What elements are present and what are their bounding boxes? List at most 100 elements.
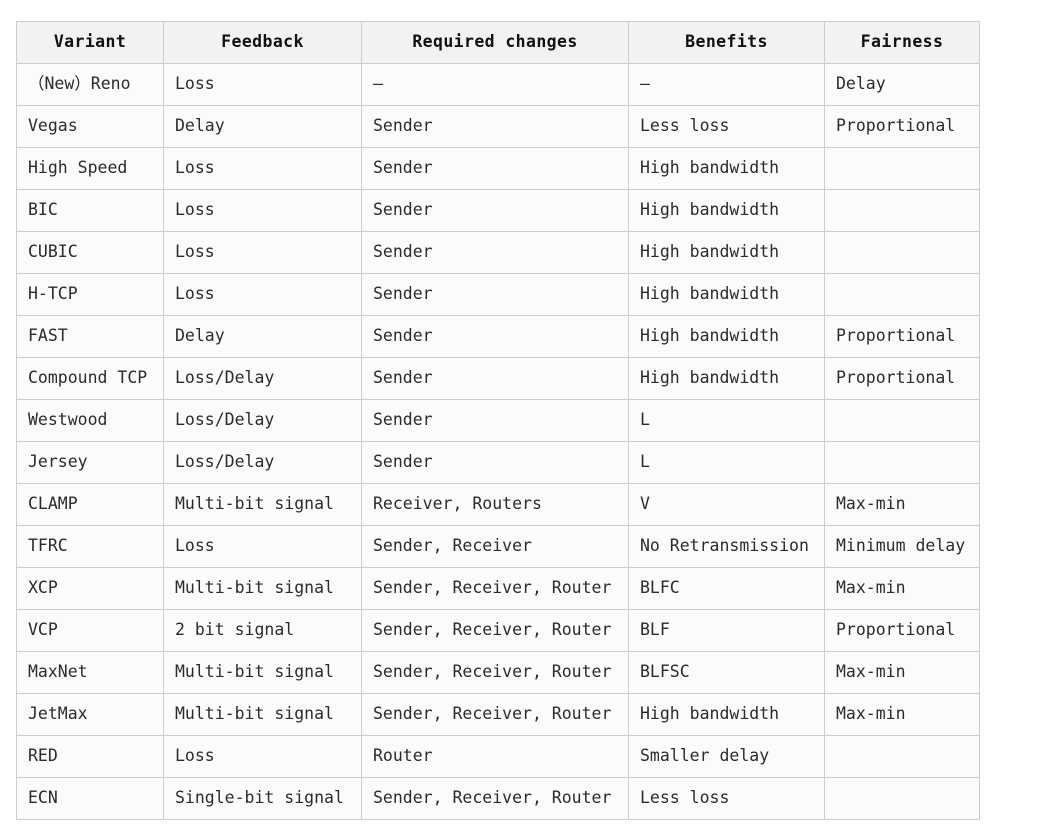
cell-feedback: Multi-bit signal [163,483,362,526]
cell-fairness: Max-min [824,693,980,736]
cell-fairness: Max-min [824,483,980,526]
cell-fairness [824,735,980,778]
cell-benefits: BLF [628,609,825,652]
cell-changes: Sender, Receiver, Router [361,609,629,652]
cell-changes: Sender [361,399,629,442]
table-row: VCP 2 bit signal Sender, Receiver, Router B… [16,609,980,652]
table-row: JetMax Multi-bit signal Sender, Receiver, … [16,693,980,736]
table-row: Westwood Loss/Delay Sender L [16,399,980,442]
cell-variant: JetMax [16,693,164,736]
column-header-benefits: Benefits [628,21,825,64]
cell-fairness [824,189,980,232]
cell-changes: Sender, Receiver [361,525,629,568]
column-header-fairness: Fairness [824,21,980,64]
cell-fairness: Delay [824,63,980,106]
cell-changes: Sender, Receiver, Router [361,693,629,736]
table-row: High Speed Loss Sender High bandwidth [16,147,980,190]
cell-changes: Sender [361,273,629,316]
table-row: BIC Loss Sender High bandwidth [16,189,980,232]
cell-benefits: Smaller delay [628,735,825,778]
cell-benefits: Less loss [628,777,825,820]
cell-variant: High Speed [16,147,164,190]
cell-benefits: L [628,441,825,484]
cell-changes: Sender [361,147,629,190]
cell-feedback: Delay [163,105,362,148]
cell-benefits: High bandwidth [628,315,825,358]
tcp-variants-table: Variant Feedback Required changes Benefits F… [16,21,980,820]
cell-changes: Router [361,735,629,778]
table-body: （New）Reno Loss – – Delay Vegas Delay Sender Less… [16,63,980,820]
column-header-variant: Variant [16,21,164,64]
cell-variant: XCP [16,567,164,610]
cell-variant: RED [16,735,164,778]
cell-benefits: High bandwidth [628,189,825,232]
cell-variant: TFRC [16,525,164,568]
cell-variant: Vegas [16,105,164,148]
cell-feedback: Loss [163,735,362,778]
cell-variant: Jersey [16,441,164,484]
table-row: Compound TCP Loss/Delay Sender High bandwid… [16,357,980,400]
cell-feedback: Loss/Delay [163,441,362,484]
cell-benefits: High bandwidth [628,357,825,400]
cell-benefits: – [628,63,825,106]
table-row: ECN Single-bit signal Sender, Receiver, Ro… [16,777,980,820]
cell-benefits: BLFSC [628,651,825,694]
cell-variant: Compound TCP [16,357,164,400]
cell-changes: Receiver, Routers [361,483,629,526]
column-header-feedback: Feedback [163,21,362,64]
cell-benefits: High bandwidth [628,147,825,190]
table-row: MaxNet Multi-bit signal Sender, Receiver, … [16,651,980,694]
table-row: Jersey Loss/Delay Sender L [16,441,980,484]
cell-fairness: Minimum delay [824,525,980,568]
cell-fairness: Proportional [824,357,980,400]
cell-variant: MaxNet [16,651,164,694]
cell-fairness [824,147,980,190]
cell-feedback: Delay [163,315,362,358]
cell-feedback: Loss/Delay [163,357,362,400]
cell-variant: （New）Reno [16,63,164,106]
cell-changes: Sender [361,105,629,148]
cell-fairness: Proportional [824,315,980,358]
cell-fairness: Proportional [824,609,980,652]
cell-variant: CUBIC [16,231,164,274]
cell-changes: Sender [361,231,629,274]
cell-feedback: Multi-bit signal [163,693,362,736]
cell-variant: CLAMP [16,483,164,526]
column-header-changes: Required changes [361,21,629,64]
cell-changes: Sender [361,315,629,358]
cell-benefits: High bandwidth [628,273,825,316]
cell-fairness [824,273,980,316]
cell-benefits: High bandwidth [628,693,825,736]
cell-feedback: Loss [163,63,362,106]
cell-benefits: BLFC [628,567,825,610]
cell-fairness: Proportional [824,105,980,148]
cell-benefits: Less loss [628,105,825,148]
cell-benefits: L [628,399,825,442]
cell-feedback: 2 bit signal [163,609,362,652]
cell-benefits: High bandwidth [628,231,825,274]
cell-changes: – [361,63,629,106]
cell-fairness [824,399,980,442]
cell-feedback: Multi-bit signal [163,651,362,694]
cell-feedback: Single-bit signal [163,777,362,820]
cell-changes: Sender [361,441,629,484]
cell-variant: Westwood [16,399,164,442]
cell-feedback: Multi-bit signal [163,567,362,610]
table-row: TFRC Loss Sender, Receiver No Retransmissio… [16,525,980,568]
table-row: Vegas Delay Sender Less loss Proportional [16,105,980,148]
table-row: CLAMP Multi-bit signal Receiver, Routers V M… [16,483,980,526]
cell-fairness: Max-min [824,651,980,694]
cell-feedback: Loss [163,273,362,316]
cell-changes: Sender, Receiver, Router [361,651,629,694]
cell-feedback: Loss [163,189,362,232]
cell-feedback: Loss/Delay [163,399,362,442]
cell-fairness: Max-min [824,567,980,610]
table-header-row: Variant Feedback Required changes Benefits F… [16,21,980,64]
cell-benefits: No Retransmission [628,525,825,568]
cell-variant: ECN [16,777,164,820]
cell-changes: Sender, Receiver, Router [361,777,629,820]
cell-fairness [824,777,980,820]
table-row: （New）Reno Loss – – Delay [16,63,980,106]
table-row: FAST Delay Sender High bandwidth Proportiona… [16,315,980,358]
cell-variant: BIC [16,189,164,232]
